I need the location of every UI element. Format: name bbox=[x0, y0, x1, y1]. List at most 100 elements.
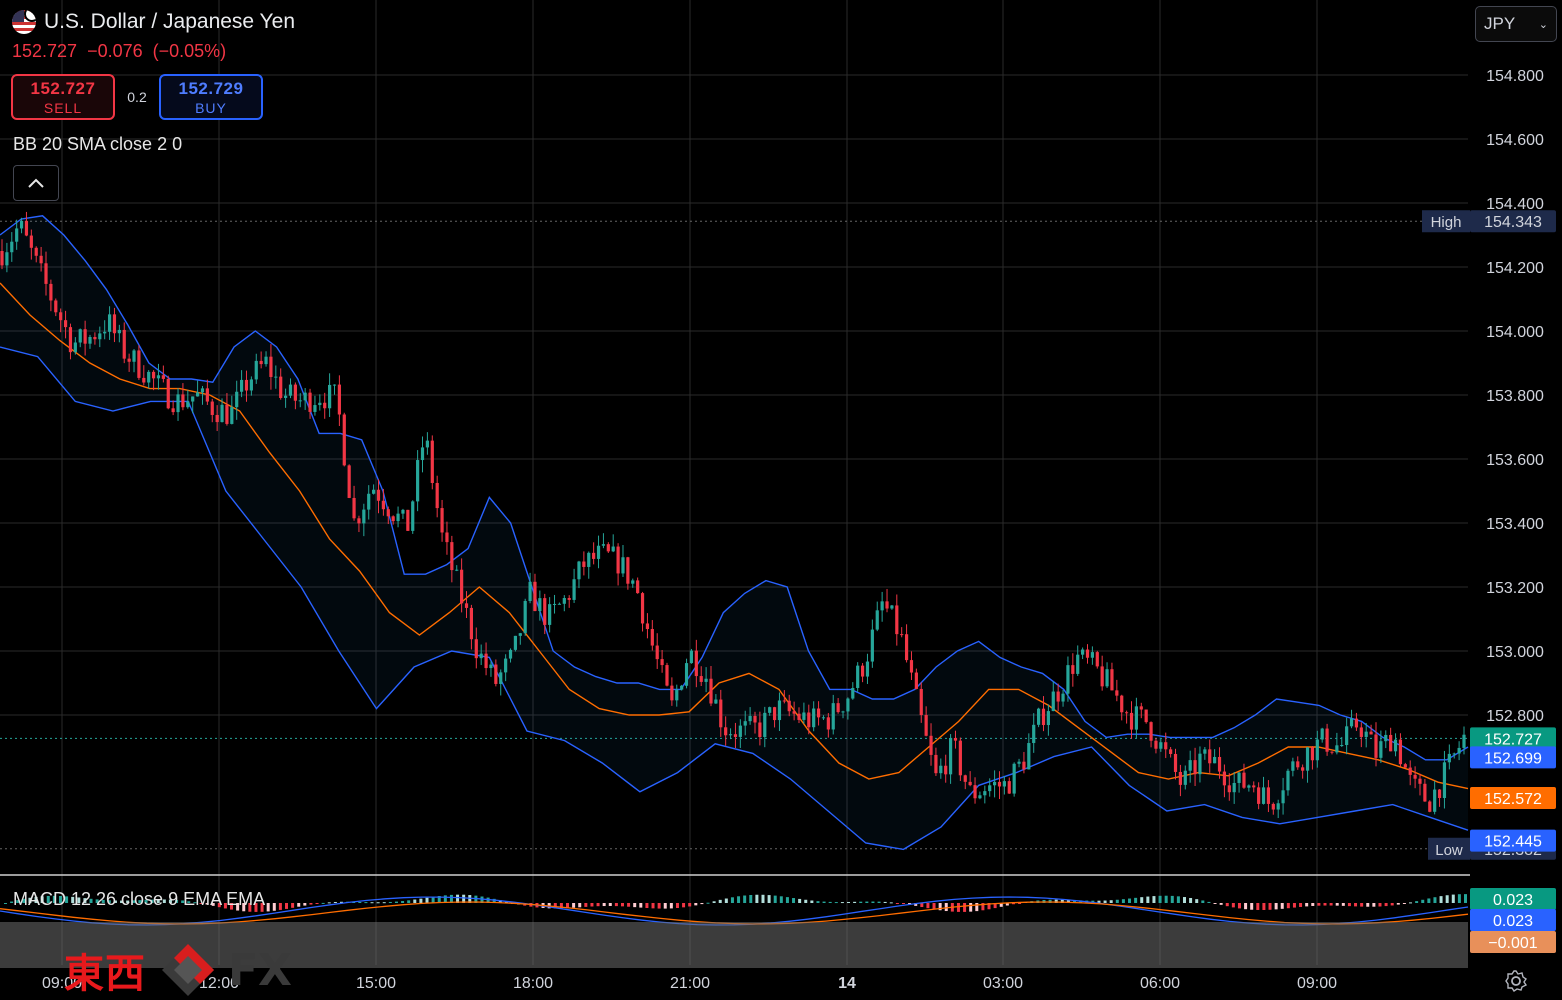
macd-histogram-bar bbox=[1415, 901, 1419, 903]
candle-body bbox=[670, 685, 674, 701]
candle-body bbox=[137, 350, 141, 378]
macd-histogram-bar bbox=[889, 902, 893, 904]
symbol-title[interactable]: U.S. Dollar / Japanese Yen bbox=[44, 10, 295, 34]
candle-body bbox=[592, 552, 596, 559]
bb-upper-tag: 152.699 bbox=[1484, 750, 1542, 767]
settings-gear-icon[interactable] bbox=[1504, 969, 1528, 993]
macd-histogram-bar bbox=[1372, 903, 1376, 907]
macd-histogram-bar bbox=[1311, 903, 1315, 906]
candle-body bbox=[660, 659, 664, 666]
price-tick-label: 154.000 bbox=[1486, 324, 1544, 341]
candle-body bbox=[230, 407, 234, 424]
price-change-pct: (−0.05%) bbox=[152, 41, 227, 61]
macd-histogram-bar bbox=[1390, 903, 1394, 906]
macd-histogram-bar bbox=[1195, 899, 1199, 903]
candle-body bbox=[401, 509, 405, 514]
macd-histogram-bar bbox=[1409, 902, 1413, 904]
candle-body bbox=[1198, 753, 1202, 775]
candle-body bbox=[147, 371, 151, 383]
candle-body bbox=[1286, 770, 1290, 791]
collapse-indicators-button[interactable] bbox=[13, 165, 59, 201]
candle-body bbox=[1007, 781, 1011, 794]
macd-histogram-bar bbox=[620, 903, 624, 907]
candle-body bbox=[948, 737, 953, 775]
macd-histogram-bar bbox=[657, 903, 661, 909]
macd-histogram-bar bbox=[596, 903, 600, 907]
candle-body bbox=[499, 672, 503, 684]
macd-histogram-bar bbox=[1189, 897, 1193, 903]
candle-body bbox=[694, 650, 698, 677]
candle-body bbox=[640, 593, 645, 624]
sell-button[interactable]: 152.727 SELL bbox=[11, 74, 115, 120]
candle-body bbox=[714, 699, 718, 704]
macd-histogram-bar bbox=[785, 897, 789, 903]
macd-histogram-bar bbox=[272, 903, 276, 911]
candle-body bbox=[435, 482, 439, 509]
candle-body bbox=[865, 661, 870, 677]
candle-body bbox=[728, 734, 733, 736]
candle-body bbox=[420, 447, 425, 461]
chart-area[interactable]: 154.800 154.600 154.400 154.200 154.000 153.8… bbox=[0, 0, 1562, 1000]
candle-body bbox=[323, 402, 327, 409]
macd-histogram-bar bbox=[1115, 899, 1119, 903]
candle-body bbox=[763, 712, 767, 737]
macd-indicator-label[interactable]: MACD 12 26 close 9 EMA EMA bbox=[13, 889, 265, 910]
candle-body bbox=[220, 404, 224, 423]
candle-body bbox=[279, 376, 283, 398]
candle-body bbox=[826, 717, 830, 730]
candle-body bbox=[1340, 745, 1344, 747]
candle-body bbox=[19, 220, 24, 229]
candle-body bbox=[450, 542, 454, 571]
candle-body bbox=[117, 329, 121, 334]
candle-body bbox=[523, 600, 527, 634]
candle-body bbox=[787, 700, 791, 712]
candle-body bbox=[78, 329, 82, 343]
currency-select[interactable]: JPY ⌄ bbox=[1475, 6, 1557, 42]
candle-body bbox=[978, 795, 982, 799]
candle-body bbox=[1037, 708, 1041, 725]
price-tick-label: 153.400 bbox=[1486, 516, 1544, 533]
candle-body bbox=[601, 544, 606, 546]
candle-body bbox=[753, 715, 757, 723]
buy-button[interactable]: 152.729 BUY bbox=[159, 74, 263, 120]
candle-body bbox=[1178, 771, 1183, 785]
macd-histogram-bar bbox=[761, 894, 765, 903]
macd-histogram-bar bbox=[718, 899, 722, 903]
macd-histogram-bar bbox=[608, 903, 612, 907]
candle-body bbox=[538, 598, 542, 612]
trade-panel: 152.727 SELL 0.2 152.729 BUY bbox=[11, 74, 263, 120]
candle-body bbox=[0, 251, 4, 266]
candle-body bbox=[895, 605, 899, 635]
macd-histogram-bar bbox=[682, 903, 686, 908]
price-change: −0.076 bbox=[87, 41, 143, 61]
candle-body bbox=[303, 392, 307, 401]
macd-histogram-bar bbox=[584, 903, 588, 907]
candle-body bbox=[68, 327, 73, 353]
candle-body bbox=[1139, 706, 1143, 710]
macd-histogram-bar bbox=[1427, 898, 1431, 903]
macd-histogram-bar bbox=[1341, 903, 1345, 906]
macd-histogram-bar bbox=[1317, 903, 1321, 906]
macd-histogram-bar bbox=[1402, 903, 1406, 904]
macd-histogram-bar bbox=[926, 903, 930, 909]
macd-histogram-bar bbox=[840, 902, 844, 904]
logo-cjk-text: 東西 bbox=[64, 951, 146, 997]
macd-histogram-bar bbox=[694, 903, 698, 906]
bb-indicator-label[interactable]: BB 20 SMA close 2 0 bbox=[13, 134, 182, 155]
macd-histogram-bar bbox=[1329, 903, 1333, 906]
candle-body bbox=[533, 581, 537, 612]
candle-body bbox=[997, 781, 1002, 787]
candle-body bbox=[802, 712, 806, 720]
macd-histogram-bar bbox=[1219, 903, 1223, 905]
candle-body bbox=[758, 722, 762, 737]
candle-body bbox=[1159, 742, 1163, 749]
macd-histogram-bar bbox=[1464, 894, 1467, 903]
candle-body bbox=[567, 598, 571, 600]
macd-histogram-bar bbox=[743, 895, 747, 903]
candle-body bbox=[239, 379, 244, 392]
candle-body bbox=[195, 392, 200, 397]
candle-body bbox=[792, 711, 796, 714]
macd-histogram-bar bbox=[1018, 903, 1022, 904]
candle-body bbox=[782, 700, 786, 702]
candle-body bbox=[332, 384, 337, 386]
